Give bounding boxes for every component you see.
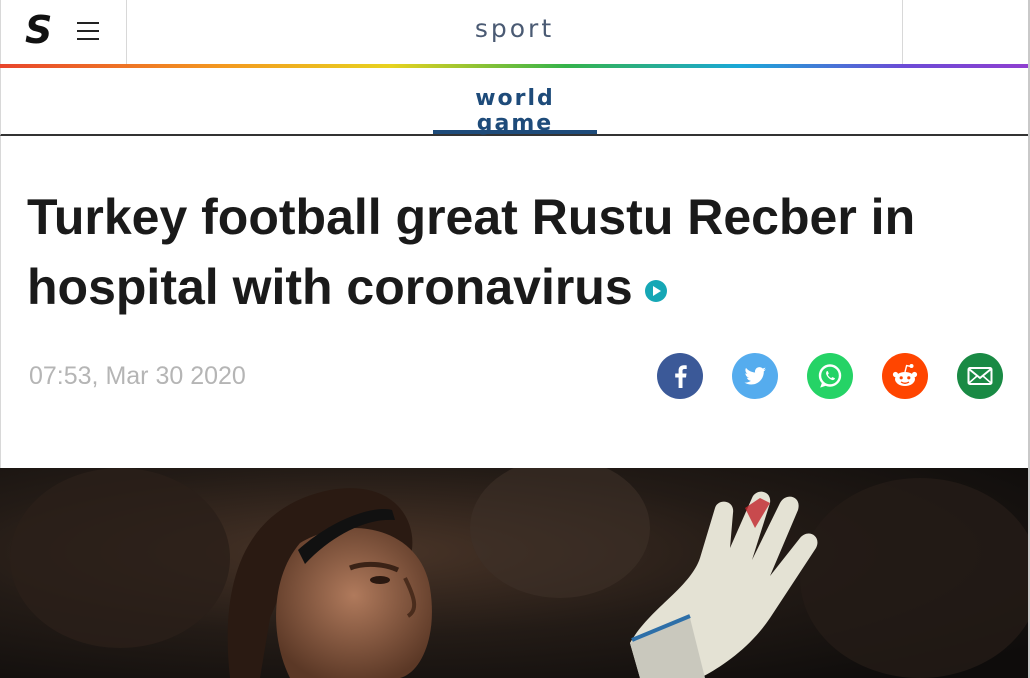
site-logo[interactable]: S [25, 10, 55, 50]
headline-text: Turkey football great Rustu Recber in ho… [27, 189, 916, 315]
sub-navigation: world game [0, 68, 1028, 136]
whatsapp-icon [818, 364, 842, 388]
share-reddit-button[interactable] [882, 353, 928, 399]
video-play-icon[interactable] [644, 279, 667, 302]
twitter-icon [744, 367, 766, 385]
article-hero-image [0, 468, 1028, 678]
article-timestamp: 07:53, Mar 30 2020 [29, 362, 246, 390]
top-bar: S sport [0, 0, 1028, 66]
article-headline: Turkey football great Rustu Recber in ho… [27, 182, 987, 322]
tab-world-game[interactable]: world game [433, 86, 597, 136]
facebook-icon [675, 365, 687, 388]
reddit-icon [892, 364, 918, 386]
share-facebook-button[interactable] [657, 353, 703, 399]
email-icon [967, 367, 993, 385]
share-email-button[interactable] [957, 353, 1003, 399]
header-divider [902, 0, 903, 66]
hamburger-menu-icon[interactable] [77, 21, 101, 41]
share-twitter-button[interactable] [732, 353, 778, 399]
share-whatsapp-button[interactable] [807, 353, 853, 399]
goalkeeper-photo [0, 468, 1028, 678]
section-title[interactable]: sport [127, 14, 902, 43]
article-header: Turkey football great Rustu Recber in ho… [0, 136, 1028, 468]
active-tab-indicator [433, 130, 597, 134]
